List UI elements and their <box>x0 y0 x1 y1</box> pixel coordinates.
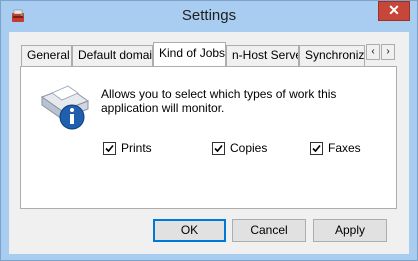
description-text: Allows you to select which types of work… <box>101 87 337 115</box>
checkbox-label: Copies <box>230 141 268 155</box>
tab-label: General <box>27 48 70 62</box>
chevron-right-icon: › <box>386 46 390 57</box>
tab-panel-kind-of-jobs: Allows you to select which types of work… <box>20 66 397 209</box>
tab-default-domain[interactable]: Default domain <box>72 45 153 66</box>
close-icon: ✕ <box>388 2 400 18</box>
checkbox-copies[interactable]: Copies <box>212 140 267 156</box>
tab-synchronize[interactable]: Synchronize <box>299 45 365 66</box>
tab-kind-of-jobs[interactable]: Kind of Jobs <box>153 42 226 66</box>
cancel-button[interactable]: Cancel <box>232 219 306 242</box>
checkbox-prints[interactable]: Prints <box>103 140 152 156</box>
ok-button[interactable]: OK <box>153 219 226 242</box>
tab-general[interactable]: General <box>21 45 72 66</box>
check-icon <box>214 144 223 152</box>
title-bar[interactable]: Settings ✕ <box>1 1 417 32</box>
checkbox-faxes[interactable]: Faxes <box>310 140 361 156</box>
faxes-checkbox[interactable] <box>310 141 323 155</box>
close-button[interactable]: ✕ <box>378 1 410 21</box>
checkbox-label: Faxes <box>328 141 361 155</box>
check-icon <box>105 144 114 152</box>
chevron-left-icon: ‹ <box>371 46 375 57</box>
tab-host-server[interactable]: n-Host Server <box>226 45 299 66</box>
apply-button[interactable]: Apply <box>313 219 387 242</box>
window-title: Settings <box>181 7 237 24</box>
tab-label: Synchronize <box>305 48 365 62</box>
tab-label: n-Host Server <box>232 48 299 62</box>
check-icon <box>312 144 321 152</box>
checkbox-label: Prints <box>121 141 152 155</box>
tab-scroll-right-button[interactable]: › <box>381 44 395 60</box>
prints-checkbox[interactable] <box>103 141 116 155</box>
copies-checkbox[interactable] <box>212 141 225 155</box>
tab-label: Kind of Jobs <box>159 46 226 60</box>
tab-label: Default domain <box>78 48 153 62</box>
tab-scroll-left-button[interactable]: ‹ <box>366 44 380 60</box>
printer-info-icon <box>40 85 90 130</box>
